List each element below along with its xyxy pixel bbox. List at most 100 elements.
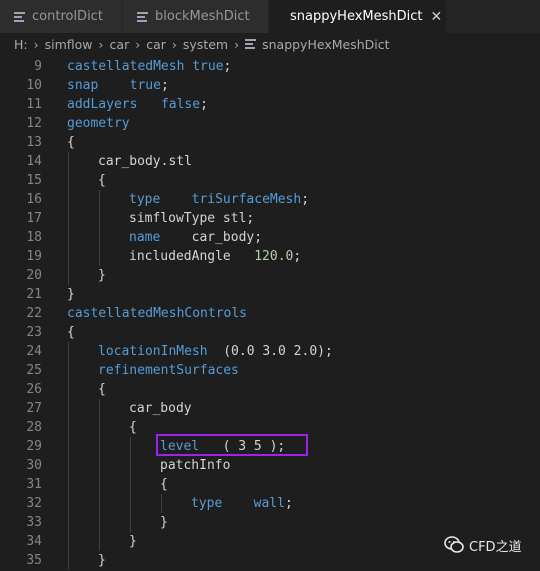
code-line[interactable]: 32 type wall;: [0, 494, 540, 513]
code-line[interactable]: 20}: [0, 266, 540, 285]
line-number: 10: [26, 78, 42, 93]
code-line[interactable]: 14 car_body.stl: [0, 152, 540, 171]
chevron-right-icon: ›: [98, 36, 104, 52]
code-line[interactable]: 12 geometry: [0, 114, 540, 133]
line-number: 17: [26, 211, 42, 226]
code-line[interactable]: 18 name car_body;: [0, 228, 540, 247]
code-text: locationInMesh (0.0 3.0 2.0);: [98, 342, 333, 361]
code-line[interactable]: 22 castellatedMeshControls: [0, 304, 540, 323]
code-token: }: [98, 553, 106, 568]
line-number: 13: [26, 135, 42, 150]
indent-guide: [68, 551, 69, 570]
code-token: castellatedMeshControls: [67, 306, 248, 321]
code-token: 120.0: [254, 249, 294, 264]
indent-guide: [68, 342, 69, 361]
code-token: ;: [293, 249, 302, 264]
watermark-text: CFD之道: [469, 539, 522, 555]
code-token: name: [129, 230, 161, 245]
code-line[interactable]: 25 refinementSurfaces: [0, 361, 540, 380]
wechat-icon: [444, 536, 464, 553]
code-line[interactable]: 24 locationInMesh (0.0 3.0 2.0);: [0, 342, 540, 361]
code-token: false: [160, 97, 201, 112]
code-text: }: [67, 285, 75, 304]
line-number: 24: [26, 344, 42, 359]
line-number: 9: [34, 59, 42, 74]
code-text: }: [160, 513, 168, 532]
breadcrumb: H: › simflow › car › car › system › snap…: [0, 33, 540, 55]
code-token: ;: [200, 97, 208, 112]
line-number: 20: [26, 268, 42, 283]
breadcrumb-item[interactable]: simflow: [45, 37, 93, 52]
code-token: ;: [160, 78, 169, 93]
tab-blockmeshdict[interactable]: blockMeshDict: [123, 0, 269, 33]
breadcrumb-item[interactable]: car: [110, 37, 130, 52]
code-text: {: [160, 475, 168, 494]
indent-guide: [99, 475, 100, 494]
indent-guide: [68, 456, 69, 475]
chevron-right-icon: ›: [33, 36, 39, 52]
indent-guide: [68, 494, 69, 513]
code-line[interactable]: 31 {: [0, 475, 540, 494]
code-line[interactable]: 15 {: [0, 171, 540, 190]
line-number: 16: [26, 192, 42, 207]
breadcrumb-item[interactable]: system: [183, 37, 228, 52]
code-token: {: [98, 173, 106, 188]
code-line[interactable]: 10 snap true;: [0, 76, 540, 95]
tab-bar: controlDict blockMeshDict snappyHexMeshD…: [0, 0, 540, 33]
code-line[interactable]: 21}: [0, 285, 540, 304]
code-token: type: [191, 496, 223, 511]
code-token: snap: [67, 78, 99, 93]
code-text: geometry: [67, 114, 130, 133]
code-text: snap true;: [67, 76, 169, 95]
code-text: simflowType stl;: [129, 209, 254, 228]
tab-controldict[interactable]: controlDict: [0, 0, 123, 33]
code-text: {: [98, 171, 106, 190]
code-editor[interactable]: 9 castellatedMesh true; 10 snap true; 11 addL…: [0, 57, 540, 571]
indent-guide: [68, 190, 69, 209]
code-token: true: [192, 59, 224, 74]
line-number: 35: [26, 553, 42, 568]
indent-guide: [68, 513, 69, 532]
indent-guide: [68, 171, 69, 190]
line-number: 28: [26, 420, 42, 435]
indent-guide: [130, 437, 131, 456]
tab-snappyhexmeshdict[interactable]: snappyHexMeshDict ✕: [269, 0, 447, 33]
code-text: patchInfo: [160, 456, 230, 475]
line-number: 14: [26, 154, 42, 169]
code-line[interactable]: 11 addLayers false;: [0, 95, 540, 114]
close-icon[interactable]: ✕: [431, 9, 443, 25]
code-token: }: [98, 268, 106, 283]
code-text: {: [67, 323, 75, 342]
code-line[interactable]: 13 {: [0, 133, 540, 152]
code-line[interactable]: 30 patchInfo: [0, 456, 540, 475]
code-line[interactable]: 23 {: [0, 323, 540, 342]
indent-guide: [68, 418, 69, 437]
line-number: 29: [26, 439, 42, 454]
chevron-right-icon: ›: [171, 36, 177, 52]
code-token: (0.0 3.0 2.0);: [207, 344, 333, 359]
highlight-box: [156, 434, 308, 456]
code-line[interactable]: 19 includedAngle 120.0;: [0, 247, 540, 266]
code-text: castellatedMesh true;: [67, 57, 231, 76]
code-line[interactable]: 17 simflowType stl;: [0, 209, 540, 228]
breadcrumb-item[interactable]: snappyHexMeshDict: [262, 37, 389, 52]
code-line[interactable]: 26 {: [0, 380, 540, 399]
code-line[interactable]: 16 type triSurfaceMesh;: [0, 190, 540, 209]
indent-guide: [68, 532, 69, 551]
line-number: 32: [26, 496, 42, 511]
file-lines-icon: [14, 11, 25, 22]
breadcrumb-item[interactable]: H:: [14, 37, 28, 52]
tab-label: controlDict: [32, 9, 103, 24]
code-token: triSurfaceMesh: [191, 192, 302, 207]
indent-guide: [99, 418, 100, 437]
code-line[interactable]: 9 castellatedMesh true;: [0, 57, 540, 76]
indent-guide: [99, 190, 100, 209]
code-line[interactable]: 33}: [0, 513, 540, 532]
indent-guide: [130, 494, 131, 513]
line-number: 18: [26, 230, 42, 245]
code-line[interactable]: 27 car_body: [0, 399, 540, 418]
breadcrumb-item[interactable]: car: [146, 37, 166, 52]
indent-guide: [99, 494, 100, 513]
